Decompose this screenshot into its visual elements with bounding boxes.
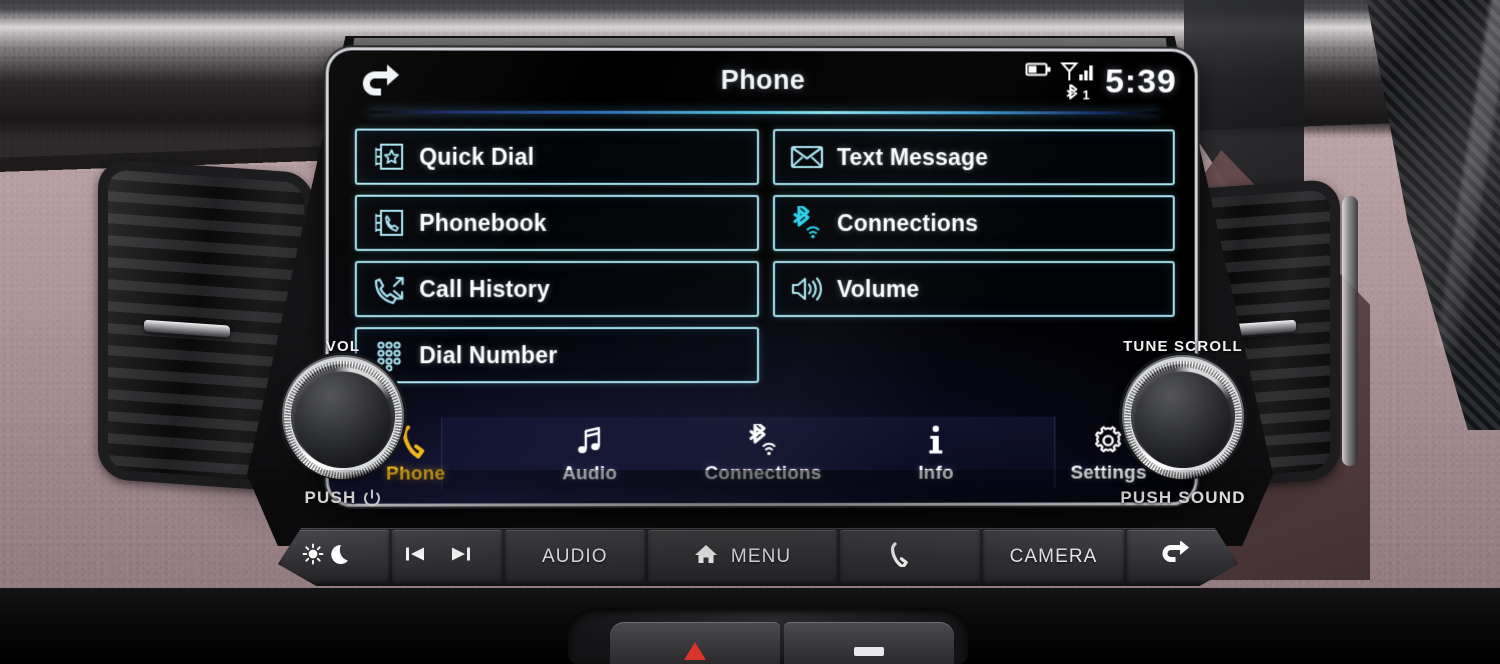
- menu-item-label: Call History: [419, 275, 550, 302]
- nav-item-info[interactable]: Info: [850, 423, 1023, 485]
- nav-item-label: Info: [918, 462, 954, 484]
- nav-item-connections[interactable]: Connections: [676, 423, 849, 485]
- phone-handset-icon: [401, 423, 431, 459]
- hazard-triangle-icon: [684, 642, 706, 660]
- header-divider: [368, 110, 1159, 115]
- nav-item-label: Audio: [562, 463, 618, 485]
- bluetooth-icon: [1067, 84, 1081, 104]
- signal-strength-icon: [1060, 61, 1093, 83]
- audio-button[interactable]: AUDIO: [504, 530, 645, 584]
- nav-item-label: Phone: [386, 463, 446, 485]
- track-skip-button[interactable]: [392, 530, 502, 584]
- menu-item-phonebook[interactable]: Phonebook: [354, 194, 760, 251]
- bottom-nav-bar: Phone Audio Connections Info Settings: [329, 411, 1195, 498]
- bluetooth-status: 1: [1067, 84, 1090, 104]
- menu-item-label: Connections: [836, 209, 979, 236]
- menu-item-label: Quick Dial: [419, 143, 535, 170]
- envelope-icon: [789, 139, 825, 175]
- volume-knob[interactable]: [291, 364, 395, 468]
- camera-button[interactable]: CAMERA: [983, 530, 1124, 584]
- nav-item-label: Settings: [1070, 462, 1147, 484]
- camera-button-label: CAMERA: [1009, 546, 1098, 567]
- menu-button-label: MENU: [730, 546, 792, 567]
- menu-item-quick-dial[interactable]: Quick Dial: [354, 128, 760, 185]
- menu-button[interactable]: MENU: [647, 530, 838, 584]
- quick-dial-icon: [371, 139, 407, 175]
- audio-button-label: AUDIO: [541, 546, 608, 567]
- speaker-icon: [789, 271, 825, 307]
- status-icons: 1 5:39: [1025, 61, 1177, 104]
- menu-item-label: Dial Number: [419, 341, 558, 368]
- home-icon: [694, 543, 718, 571]
- menu-column-left: Quick Dial Phonebook Call History Dial N…: [354, 128, 760, 384]
- volume-push-label: PUSH: [304, 488, 381, 508]
- menu-item-call-history[interactable]: Call History: [354, 260, 760, 318]
- power-icon: [364, 488, 380, 506]
- bluetooth-wifi-icon: [789, 205, 825, 241]
- hazard-light-button[interactable]: [610, 622, 780, 664]
- day-night-icon: [300, 542, 356, 572]
- signal-bluetooth-stack: 1: [1060, 61, 1096, 104]
- tune-scroll-knob[interactable]: [1131, 364, 1235, 468]
- bluetooth-wifi-icon: [745, 423, 781, 459]
- back-arrow-icon: [1158, 540, 1192, 573]
- dial-pad-icon: [371, 337, 407, 373]
- push-sound-label: PUSH SOUND: [1120, 488, 1246, 507]
- music-note-icon: [575, 423, 605, 459]
- infotainment-scene: Phone 1 5:39 Quick Dial Phonebook Call H…: [0, 0, 1500, 664]
- vent-chrome-accent: [1342, 195, 1358, 467]
- physical-button-bar: AUDIO MENU CAMERA: [278, 528, 1238, 586]
- volume-knob-label: VOL: [325, 338, 361, 355]
- menu-item-label: Text Message: [836, 143, 989, 170]
- nav-item-label: Connections: [704, 462, 822, 485]
- nav-item-audio[interactable]: Audio: [503, 423, 677, 485]
- clock: 5:39: [1105, 62, 1177, 101]
- tune-scroll-label: TUNE SCROLL: [1123, 338, 1243, 355]
- push-label-text: PUSH: [304, 488, 357, 507]
- menu-item-label: Phonebook: [419, 209, 547, 236]
- menu-item-volume[interactable]: Volume: [772, 261, 1175, 317]
- menu-item-text-message[interactable]: Text Message: [772, 129, 1175, 186]
- head-unit: Phone 1 5:39 Quick Dial Phonebook Call H…: [247, 36, 1273, 546]
- info-icon: [926, 423, 946, 459]
- aux-button-icon: [854, 646, 884, 656]
- menu-item-connections[interactable]: Connections: [772, 195, 1175, 252]
- status-bar: Phone 1 5:39: [329, 50, 1195, 113]
- phonebook-icon: [371, 205, 407, 241]
- menu-item-dial-number[interactable]: Dial Number: [354, 327, 760, 384]
- phone-menu-grid: Quick Dial Phonebook Call History Dial N…: [354, 128, 1175, 384]
- bluetooth-device-count: 1: [1082, 86, 1090, 102]
- battery-stack: [1025, 61, 1051, 77]
- menu-column-right: Text Message Connections Volume: [772, 129, 1175, 383]
- track-skip-icon: [402, 543, 480, 571]
- menu-item-label: Volume: [836, 275, 920, 302]
- battery-icon: [1025, 61, 1051, 77]
- call-history-icon: [371, 271, 407, 307]
- gear-icon: [1093, 423, 1125, 459]
- phone-handset-icon: [890, 541, 918, 573]
- infotainment-display[interactable]: Phone 1 5:39 Quick Dial Phonebook Call H…: [325, 47, 1198, 507]
- phone-button[interactable]: [840, 530, 981, 584]
- aux-console-button[interactable]: [784, 622, 954, 664]
